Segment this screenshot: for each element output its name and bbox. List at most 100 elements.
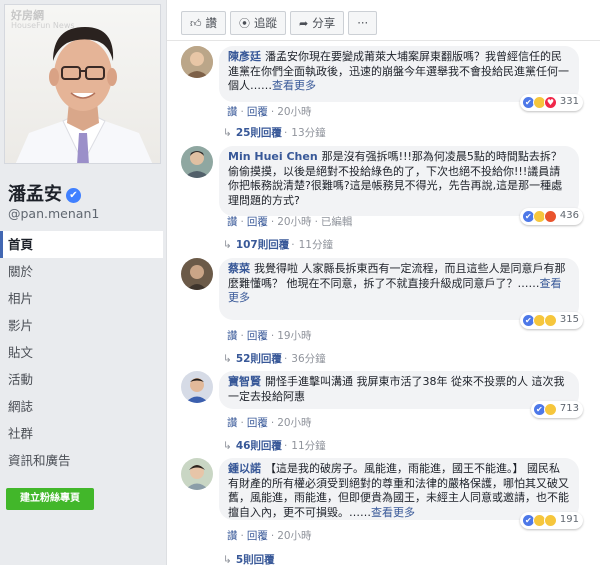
comment-bubble: 蔡菜 我覺得啦 人家縣長拆東西有一定流程，而且這些人是同意戶有那麼難懂嗎？ 他現在… bbox=[219, 258, 583, 329]
page-name-text: 潘孟安 bbox=[8, 184, 62, 205]
profile-portrait bbox=[15, 27, 153, 163]
avatar-image bbox=[181, 371, 213, 403]
nav-item-community[interactable]: 社群 bbox=[0, 420, 163, 447]
comment-time[interactable]: 20小時 bbox=[277, 106, 311, 118]
like-comment-link[interactable]: 讚 bbox=[227, 530, 238, 542]
avatar[interactable] bbox=[181, 371, 213, 403]
comment-meta: 讚 · 回覆 · 20小時 bbox=[227, 106, 312, 118]
left-sidebar: 好房網 HouseFun News 潘孟安 ✔ @pan.menan1 首頁 關… bbox=[0, 0, 163, 565]
view-replies-link[interactable]: ↳ 25則回覆 · 13分鐘 bbox=[223, 125, 326, 140]
nav-item-home[interactable]: 首頁 bbox=[0, 231, 163, 258]
reaction-summary[interactable]: ✔ 191 bbox=[519, 512, 583, 529]
reaction-count: 315 bbox=[559, 314, 579, 326]
nav-item-info-and-ads[interactable]: 資訊和廣告 bbox=[0, 447, 163, 474]
reply-link[interactable]: 回覆 bbox=[247, 330, 268, 342]
comment-author[interactable]: 陳彥廷 bbox=[228, 50, 261, 63]
reply-link[interactable]: 回覆 bbox=[247, 106, 268, 118]
reply-arrow-icon: ↳ bbox=[223, 239, 232, 251]
view-replies-link[interactable]: ↳ 5則回覆 bbox=[223, 552, 275, 565]
follow-button[interactable]: ⦿ 追蹤 bbox=[230, 11, 286, 35]
nav-item-videos[interactable]: 影片 bbox=[0, 312, 163, 339]
replies-time: 11分鐘 bbox=[298, 239, 333, 251]
more-options-button[interactable]: ··· bbox=[348, 11, 378, 35]
profile-photo[interactable]: 好房網 HouseFun News bbox=[4, 4, 161, 164]
comment-bubble: 寶智賢 開怪手進擊叫溝通 我屏東市活了38年 從來不投票的人 這次我一定去投給阿惠… bbox=[219, 371, 583, 418]
like-comment-link[interactable]: 讚 bbox=[227, 216, 238, 228]
see-more-link[interactable]: 查看更多 bbox=[371, 506, 415, 519]
reply-arrow-icon: ↳ bbox=[223, 440, 232, 452]
reaction-count: 191 bbox=[559, 514, 579, 526]
reaction-summary[interactable]: ✔ 315 bbox=[519, 312, 583, 329]
reaction-count: 713 bbox=[559, 403, 579, 415]
avatar-image bbox=[181, 258, 213, 290]
facebook-page: 好房網 HouseFun News 潘孟安 ✔ @pan.menan1 首頁 關… bbox=[0, 0, 600, 565]
page-name[interactable]: 潘孟安 ✔ bbox=[8, 180, 81, 206]
page-handle[interactable]: @pan.menan1 bbox=[8, 206, 99, 221]
comment-time[interactable]: 20小時 bbox=[277, 216, 311, 228]
like-page-label: 讚 bbox=[205, 16, 218, 30]
replies-count: 52則回覆 bbox=[235, 353, 282, 365]
follow-label: 追蹤 bbox=[254, 16, 277, 30]
edited-label[interactable]: 已編輯 bbox=[321, 216, 353, 228]
more-dots-icon: ··· bbox=[357, 16, 369, 30]
view-replies-link[interactable]: ↳ 46則回覆 · 11分鐘 bbox=[223, 438, 326, 453]
nav-item-posts[interactable]: 貼文 bbox=[0, 339, 163, 366]
avatar-image bbox=[181, 146, 213, 178]
see-more-link[interactable]: 查看更多 bbox=[272, 79, 316, 92]
nav-item-events[interactable]: 活動 bbox=[0, 366, 163, 393]
like-page-button[interactable]: 👍︎ 讚 bbox=[181, 11, 226, 35]
comment-meta: 讚 · 回覆 · 20小時 bbox=[227, 530, 312, 542]
view-replies-link[interactable]: ↳ 107則回覆 · 11分鐘 bbox=[223, 237, 333, 252]
nav-item-notes[interactable]: 網誌 bbox=[0, 393, 163, 420]
like-comment-link[interactable]: 讚 bbox=[227, 417, 238, 429]
comment-author[interactable]: Min Huei Chen bbox=[228, 150, 318, 163]
reaction-count: 436 bbox=[559, 210, 579, 222]
replies-count: 107則回覆 bbox=[235, 239, 290, 251]
nav-item-about[interactable]: 關於 bbox=[0, 258, 163, 285]
angry-reaction-icon bbox=[543, 210, 557, 223]
reply-link[interactable]: 回覆 bbox=[247, 530, 268, 542]
view-replies-link[interactable]: ↳ 52則回覆 · 36分鐘 bbox=[223, 351, 326, 366]
comment-time[interactable]: 19小時 bbox=[277, 330, 311, 342]
comment-meta: 讚 · 回覆 · 20小時 · 已編輯 bbox=[227, 216, 353, 228]
sad-reaction-icon bbox=[543, 314, 557, 327]
reaction-count: 331 bbox=[559, 96, 579, 108]
page-nav: 首頁 關於 相片 影片 貼文 活動 網誌 社群 資訊和廣告 bbox=[0, 231, 163, 474]
reaction-summary[interactable]: ✔ 713 bbox=[530, 401, 583, 418]
comment-time[interactable]: 20小時 bbox=[277, 417, 311, 429]
haha-reaction-icon bbox=[543, 403, 557, 416]
comment-meta: 讚 · 回覆 · 19小時 bbox=[227, 330, 312, 342]
reply-link[interactable]: 回覆 bbox=[247, 216, 268, 228]
comment-bubble: 鍾以諾 【這是我的破房子。風能進，雨能進，國王不能進。】 國民私有財產的所有權必須… bbox=[219, 458, 583, 529]
like-comment-link[interactable]: 讚 bbox=[227, 330, 238, 342]
page-action-bar: 👍︎ 讚 ⦿ 追蹤 ➦ 分享 ··· bbox=[181, 11, 378, 35]
reaction-summary[interactable]: ✔ ♥ 331 bbox=[519, 94, 583, 111]
replies-time: 36分鐘 bbox=[291, 353, 326, 365]
reaction-summary[interactable]: ✔ 436 bbox=[519, 208, 583, 225]
comment-meta: 讚 · 回覆 · 20小時 bbox=[227, 417, 312, 429]
share-button[interactable]: ➦ 分享 bbox=[290, 11, 345, 35]
comment-author[interactable]: 蔡菜 bbox=[228, 262, 250, 275]
avatar[interactable] bbox=[181, 146, 213, 178]
comment-author[interactable]: 寶智賢 bbox=[228, 375, 261, 388]
thumbs-up-icon: 👍︎ bbox=[190, 16, 202, 30]
reply-arrow-icon: ↳ bbox=[223, 353, 232, 365]
replies-count: 25則回覆 bbox=[235, 127, 282, 139]
create-page-button[interactable]: 建立粉絲專頁 bbox=[6, 488, 94, 510]
avatar[interactable] bbox=[181, 46, 213, 78]
reply-link[interactable]: 回覆 bbox=[247, 417, 268, 429]
avatar[interactable] bbox=[181, 458, 213, 490]
like-comment-link[interactable]: 讚 bbox=[227, 106, 238, 118]
verified-badge-icon: ✔ bbox=[66, 188, 81, 203]
comment-author[interactable]: 鍾以諾 bbox=[228, 462, 261, 475]
love-reaction-icon: ♥ bbox=[543, 96, 557, 109]
comment-bubble: 陳彥廷 潘孟安你現在要變成莆萊大埔案屏東翻版嗎？我曾經信任的民進黨在你們全面執政後… bbox=[219, 46, 583, 111]
comment-text: 開怪手進擊叫溝通 我屏東市活了38年 從來不投票的人 這次我一定去投給阿惠 bbox=[228, 375, 565, 403]
avatar[interactable] bbox=[181, 258, 213, 290]
nav-item-photos[interactable]: 相片 bbox=[0, 285, 163, 312]
comment-bubble: Min Huei Chen 那是沒有强拆嗎!!!那為何凌晨5點的時間點去拆？偷偷摸… bbox=[219, 146, 583, 225]
comment-time[interactable]: 20小時 bbox=[277, 530, 311, 542]
replies-time: 13分鐘 bbox=[291, 127, 326, 139]
avatar-image bbox=[181, 458, 213, 490]
post-comments-panel: 👍︎ 讚 ⦿ 追蹤 ➦ 分享 ··· 陳彥廷 潘孟安你現在要變成莆萊大埔案屏東翻版… bbox=[166, 0, 600, 565]
